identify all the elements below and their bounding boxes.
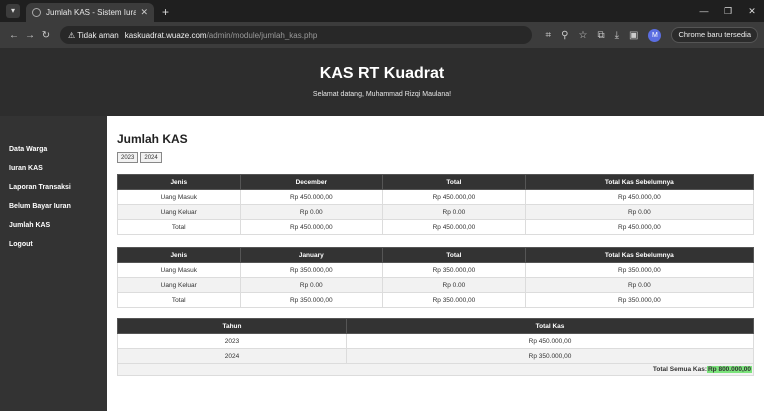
table-row: 2023 Rp 450.000,00 xyxy=(117,333,754,349)
reload-icon[interactable]: ↻ xyxy=(38,30,54,41)
maximize-icon[interactable]: ❐ xyxy=(716,6,740,17)
table-cell: Rp 450.000,00 xyxy=(524,189,755,205)
back-icon[interactable]: ← xyxy=(6,30,22,41)
update-button[interactable]: Chrome baru tersedia xyxy=(671,27,758,43)
toolbar-icons: ⌗ ⚲ ☆ ⧉ ⤓ ▣ M Chrome baru tersedia xyxy=(546,27,758,43)
table-row: Uang Keluar Rp 0.00 Rp 0.00 Rp 0.00 xyxy=(117,277,755,293)
year-button-2023[interactable]: 2023 xyxy=(117,152,139,163)
table-december: Jenis December Total Total Kas Sebelumny… xyxy=(117,174,755,235)
column-header: Jenis xyxy=(117,247,241,263)
tab-title: Jumlah KAS - Sistem Iuran KAS xyxy=(46,8,137,17)
year-button-2024[interactable]: 2024 xyxy=(140,152,162,163)
year-filter: 2023 2024 xyxy=(117,152,764,163)
table-cell: Rp 450.000,00 xyxy=(382,189,526,205)
table-row: Uang Masuk Rp 450.000,00 Rp 450.000,00 R… xyxy=(117,189,755,205)
security-label: Tidak aman xyxy=(77,30,119,40)
table-cell: Uang Keluar xyxy=(117,277,241,293)
table-cell: Rp 450.000,00 xyxy=(239,219,384,235)
translate-icon[interactable]: ⌗ xyxy=(546,30,552,41)
table-cell: 2023 xyxy=(117,333,347,349)
url-path: /admin/module/jumlah_kas.php xyxy=(206,30,318,40)
window-controls: — ❐ ✕ xyxy=(692,0,764,22)
sidebar-item-logout[interactable]: Logout xyxy=(0,239,107,258)
table-cell: Uang Masuk xyxy=(117,262,241,278)
table-cell: Rp 350.000,00 xyxy=(346,348,754,364)
table-cell: Rp 350.000,00 xyxy=(524,262,755,278)
table-row: Uang Masuk Rp 350.000,00 Rp 350.000,00 R… xyxy=(117,262,755,278)
column-header: Total xyxy=(382,174,526,190)
column-header: Total xyxy=(382,247,526,263)
total-all-amount: Rp 800.000,00 xyxy=(706,366,752,373)
minimize-icon[interactable]: — xyxy=(692,6,716,16)
browser-toolbar: ← → ↻ ⚠ Tidak aman kaskuadrat.wuaze.com /… xyxy=(0,22,764,48)
main-content: Jumlah KAS 2023 2024 Jenis December Tota… xyxy=(107,116,764,411)
new-tab-icon[interactable]: + xyxy=(162,5,169,19)
column-header: December xyxy=(239,174,384,190)
sidepanel-icon[interactable]: ▣ xyxy=(629,30,638,41)
column-header: Tahun xyxy=(117,318,347,334)
globe-icon xyxy=(32,8,41,17)
browser-tab[interactable]: Jumlah KAS - Sistem Iuran KAS ✕ xyxy=(26,3,154,22)
table-cell: Rp 0.00 xyxy=(382,277,526,293)
table-cell: Rp 0.00 xyxy=(239,277,384,293)
table-cell: Rp 350.000,00 xyxy=(239,262,384,278)
page-title: Jumlah KAS xyxy=(117,132,188,146)
column-header: Total Kas Sebelumnya xyxy=(524,174,755,190)
table-cell: Rp 350.000,00 xyxy=(382,292,526,308)
table-cell: Rp 0.00 xyxy=(239,204,384,220)
table-cell: Rp 450.000,00 xyxy=(382,219,526,235)
welcome-text: Selamat datang, Muhammad Rizqi Maulana! xyxy=(312,91,452,98)
column-header: Jenis xyxy=(117,174,241,190)
extensions-icon[interactable]: ⧉ xyxy=(597,30,604,41)
table-cell: Uang Keluar xyxy=(117,204,241,220)
profile-avatar[interactable]: M xyxy=(648,28,662,42)
table-cell: Rp 0.00 xyxy=(382,204,526,220)
table-cell: Rp 350.000,00 xyxy=(239,292,384,308)
total-all-label: Total Semua Kas: xyxy=(652,366,707,373)
table-cell: Total xyxy=(117,292,241,308)
table-row: Total Rp 450.000,00 Rp 450.000,00 Rp 450… xyxy=(117,219,755,235)
table-row: 2024 Rp 350.000,00 xyxy=(117,348,754,364)
sidebar: Data Warga Iuran KAS Laporan Transaksi B… xyxy=(0,116,107,411)
table-cell: Rp 0.00 xyxy=(524,204,755,220)
table-years: Tahun Total Kas 2023 Rp 450.000,00 2024 … xyxy=(117,318,754,364)
security-warning[interactable]: ⚠ Tidak aman xyxy=(68,31,119,40)
bookmark-star-icon[interactable]: ☆ xyxy=(578,30,587,41)
download-icon[interactable]: ⤓ xyxy=(615,30,619,41)
table-cell: Uang Masuk xyxy=(117,189,241,205)
table-cell: Rp 0.00 xyxy=(524,277,755,293)
table-row: Uang Keluar Rp 0.00 Rp 0.00 Rp 0.00 xyxy=(117,204,755,220)
forward-icon[interactable]: → xyxy=(22,30,38,41)
address-bar[interactable]: ⚠ Tidak aman kaskuadrat.wuaze.com/admin/… xyxy=(60,26,532,44)
url-host: kaskuadrat.wuaze.com xyxy=(124,30,207,40)
table-cell: Rp 450.000,00 xyxy=(524,219,755,235)
total-all-kas: Total Semua Kas:Rp 800.000,00 xyxy=(117,364,754,376)
sidebar-item-jumlah-kas[interactable]: Jumlah KAS xyxy=(0,220,107,239)
zoom-icon[interactable]: ⚲ xyxy=(561,30,568,41)
sidebar-item-belum-bayar-iuran[interactable]: Belum Bayar Iuran xyxy=(0,201,107,220)
sidebar-item-laporan-transaksi[interactable]: Laporan Transaksi xyxy=(0,182,107,201)
table-cell: Rp 350.000,00 xyxy=(524,292,755,308)
tab-search-icon[interactable]: ▾ xyxy=(6,4,20,18)
close-window-icon[interactable]: ✕ xyxy=(740,6,764,17)
column-header: Total Kas xyxy=(346,318,754,334)
table-cell: Rp 450.000,00 xyxy=(239,189,384,205)
browser-tab-bar: ▾ Jumlah KAS - Sistem Iuran KAS ✕ + — ❐ … xyxy=(0,0,764,22)
site-header: KAS RT Kuadrat Selamat datang, Muhammad … xyxy=(0,48,764,116)
close-tab-icon[interactable]: ✕ xyxy=(140,7,148,18)
table-cell: Rp 350.000,00 xyxy=(382,262,526,278)
column-header: Total Kas Sebelumnya xyxy=(524,247,755,263)
table-cell: 2024 xyxy=(117,348,347,364)
table-cell: Rp 450.000,00 xyxy=(346,333,754,349)
table-cell: Total xyxy=(117,219,241,235)
table-january: Jenis January Total Total Kas Sebelumnya… xyxy=(117,247,755,308)
sidebar-item-data-warga[interactable]: Data Warga xyxy=(0,144,107,163)
column-header: January xyxy=(239,247,384,263)
site-title: KAS RT Kuadrat xyxy=(319,65,445,82)
table-row: Total Rp 350.000,00 Rp 350.000,00 Rp 350… xyxy=(117,292,755,308)
sidebar-item-iuran-kas[interactable]: Iuran KAS xyxy=(0,163,107,182)
